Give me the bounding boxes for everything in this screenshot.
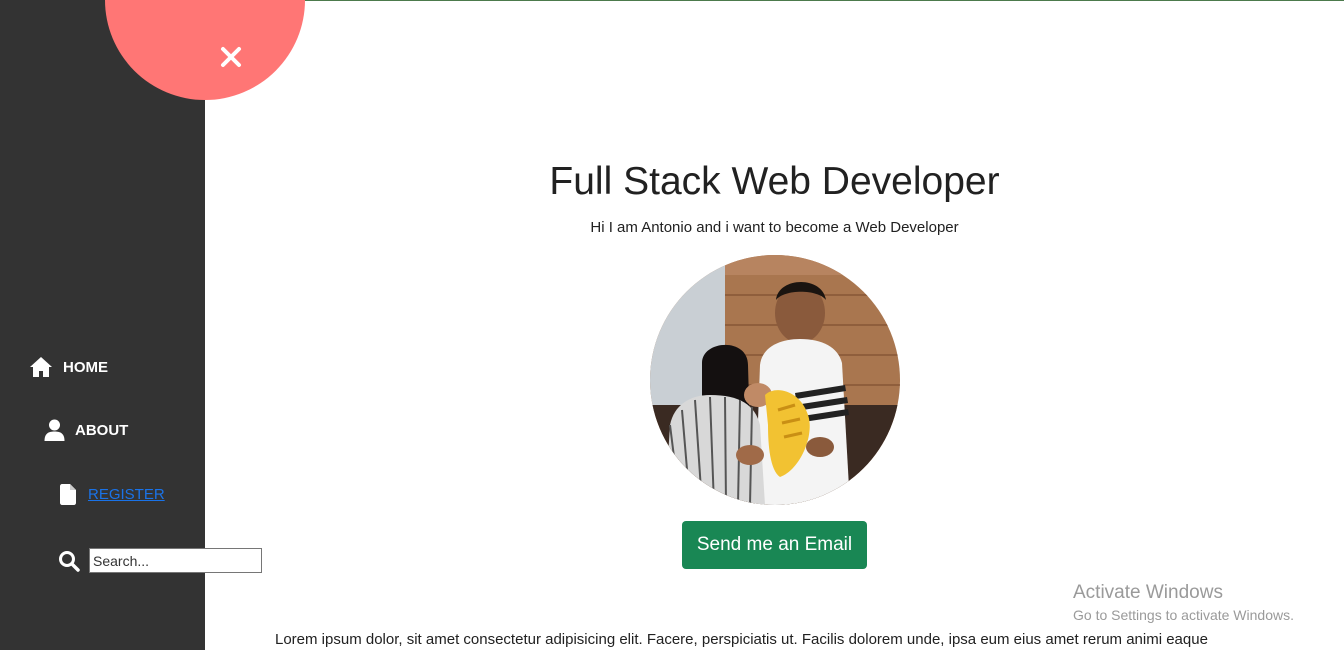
send-email-button[interactable]: Send me an Email (682, 521, 867, 569)
intro-paragraph: Lorem ipsum dolor, sit amet consectetur … (275, 631, 1208, 648)
search-input[interactable] (89, 548, 262, 573)
profile-photo (650, 255, 900, 505)
sidebar-item-about[interactable]: ABOUT (44, 419, 128, 441)
sidebar-item-home[interactable]: HOME (29, 356, 108, 378)
sidebar-item-label: ABOUT (75, 421, 129, 439)
close-icon (221, 47, 241, 67)
file-icon (60, 484, 76, 505)
watermark-title: Activate Windows (1073, 582, 1223, 603)
user-icon (44, 419, 65, 441)
search-row (58, 548, 262, 573)
sidebar-item-register[interactable]: REGISTER (60, 484, 165, 505)
page-subtitle: Hi I am Antonio and i want to become a W… (590, 219, 959, 236)
sidebar: HOME ABOUT REGISTER (0, 0, 262, 650)
register-link[interactable]: REGISTER (88, 486, 165, 503)
home-icon (29, 356, 53, 378)
page-title: Full Stack Web Developer (549, 160, 1000, 203)
search-icon[interactable] (58, 550, 80, 572)
activate-windows-watermark: Activate Windows Go to Settings to activ… (1073, 582, 1294, 623)
watermark-subtitle: Go to Settings to activate Windows. (1073, 607, 1294, 623)
sidebar-item-label: HOME (63, 358, 108, 376)
